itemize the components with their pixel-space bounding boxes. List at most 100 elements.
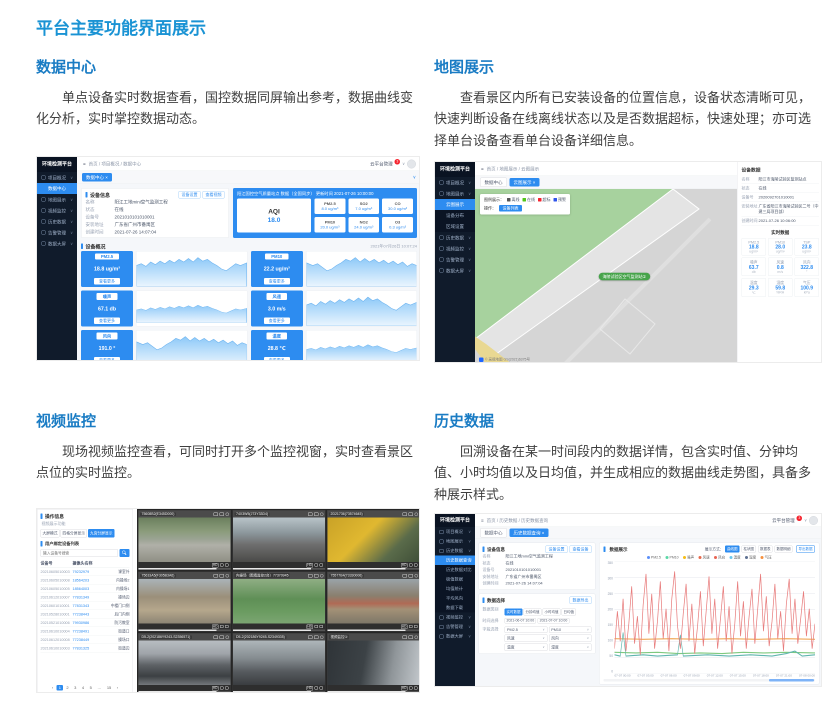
video-tile[interactable]: D5-2(202186Y9245-S2349335) HD [233, 633, 326, 693]
video-feed[interactable] [139, 517, 231, 562]
field-select[interactable]: 温度 [505, 644, 548, 652]
snapshot-icon[interactable] [403, 574, 408, 578]
field-select[interactable]: PM10 [549, 627, 592, 634]
refresh-icon[interactable] [315, 563, 319, 566]
date-from-input[interactable]: 2021-06-07 10:00 [505, 618, 537, 624]
zoom-icon[interactable] [415, 574, 419, 578]
data-category-button[interactable]: 实时数据 [505, 609, 523, 616]
sidebar-menu-item[interactable]: 数据大屏 [435, 265, 475, 276]
refresh-icon[interactable] [315, 625, 319, 628]
video-scrollbar[interactable] [328, 629, 420, 631]
refresh-icon[interactable] [409, 563, 413, 566]
record-icon[interactable] [220, 512, 225, 516]
legend-item[interactable]: 湿度 [745, 555, 756, 560]
video-feed[interactable] [328, 640, 420, 685]
field-select[interactable]: PM2.5 [505, 627, 548, 634]
snapshot-icon[interactable] [308, 512, 313, 516]
scrollbar-thumb[interactable] [233, 629, 311, 631]
fullscreen-icon[interactable] [320, 686, 324, 689]
camera-table-row[interactable]: 20210612010007 77831349 操场边 [41, 593, 130, 602]
scrollbar-thumb[interactable] [139, 568, 217, 570]
tab-data-center[interactable]: 数据中心 [480, 528, 507, 538]
video-scrollbar[interactable] [139, 691, 231, 693]
chart-mode-button[interactable]: 曲线图 [725, 546, 740, 553]
refresh-icon[interactable] [409, 625, 413, 628]
zoom-icon[interactable] [415, 635, 419, 639]
camera-table-row[interactable]: 20210612010008 77238449 操场口 [41, 635, 130, 644]
hd-toggle[interactable]: HD [306, 624, 313, 629]
sidebar-submenu-item[interactable]: 极值数据 [435, 575, 475, 585]
video-feed[interactable] [233, 579, 325, 624]
see-more-button[interactable]: 查看更多 [264, 278, 290, 285]
view-device-button[interactable]: 查看设备 [570, 546, 592, 554]
fullscreen-icon[interactable] [414, 686, 418, 689]
sidebar-menu-item[interactable]: 视频监控 [435, 243, 475, 254]
legend-item[interactable]: PM2.5 [647, 555, 661, 560]
video-feed[interactable] [139, 579, 231, 624]
fullscreen-icon[interactable] [225, 625, 229, 628]
zoom-icon[interactable] [226, 512, 230, 516]
video-scrollbar[interactable] [139, 568, 231, 570]
sidebar-menu-item[interactable]: 历史数据 [435, 546, 475, 556]
sidebar-submenu-item[interactable]: 均值统计 [435, 584, 475, 594]
video-tile[interactable]: 内操场（围墙监控2台）77370945 HD [233, 571, 326, 631]
fullscreen-icon[interactable] [320, 563, 324, 566]
screen-mode-button[interactable]: 九宫分屏显示 [88, 529, 115, 538]
scrollbar-thumb[interactable] [328, 568, 406, 570]
snapshot-icon[interactable] [308, 635, 313, 639]
zoom-icon[interactable] [226, 635, 230, 639]
fullscreen-icon[interactable] [320, 625, 324, 628]
legend-item[interactable]: 风向 [714, 555, 725, 560]
sidebar-menu-item[interactable]: 数据大屏 [37, 238, 77, 249]
sidebar-menu-item[interactable]: 项目概况 [435, 177, 475, 188]
scrollbar-thumb[interactable] [233, 691, 311, 693]
data-category-button[interactable]: 日均值 [562, 609, 577, 616]
camera-table-row[interactable]: 20210610010003 77831325 街道边 [41, 644, 130, 653]
fullscreen-icon[interactable] [414, 563, 418, 566]
chart-scrollbar[interactable] [604, 679, 816, 682]
data-category-button[interactable]: 分钟均值 [524, 609, 542, 616]
sidebar-submenu-item[interactable]: 设备分布 [435, 210, 475, 221]
tab-map[interactable]: 云图展示 × [510, 178, 540, 187]
record-icon[interactable] [409, 635, 414, 639]
video-feed[interactable] [328, 517, 420, 562]
refresh-icon[interactable] [315, 686, 319, 689]
sidebar-menu-item[interactable]: 数据大屏 [435, 632, 475, 642]
snapshot-icon[interactable] [403, 635, 408, 639]
video-tile[interactable]: D5-2(202186Y9243-S2356571) HD [138, 633, 231, 693]
fullscreen-icon[interactable] [225, 686, 229, 689]
sidebar-submenu-item[interactable]: 云图展示 [435, 199, 475, 210]
legend-item[interactable]: PM10 [665, 555, 678, 560]
camera-table-row[interactable]: 20210610010004 77238491 街道口 [41, 627, 130, 636]
refresh-icon[interactable] [220, 563, 224, 566]
sidebar-menu-item[interactable]: 告警管理 [37, 227, 77, 238]
see-more-button[interactable]: 查看更多 [94, 278, 120, 285]
device-settings-button[interactable]: 设备设置 [179, 191, 201, 199]
pagination-item[interactable]: 4 [80, 685, 86, 691]
hd-toggle[interactable]: HD [306, 563, 313, 568]
hd-toggle[interactable]: HD [401, 624, 408, 629]
sidebar-menu-item[interactable]: 历史数据 [435, 232, 475, 243]
sidebar-submenu-item[interactable]: 平均风向 [435, 594, 475, 604]
pagination-item[interactable]: ‹ [50, 685, 55, 691]
screen-mode-button[interactable]: 四格分屏显示 [61, 529, 88, 538]
record-icon[interactable] [220, 635, 225, 639]
export-data-button[interactable]: 数据导出 [570, 597, 592, 605]
video-scrollbar[interactable] [233, 629, 325, 631]
video-scrollbar[interactable] [233, 691, 325, 693]
pagination-item[interactable]: … [95, 685, 103, 691]
zoom-icon[interactable] [226, 574, 230, 578]
sidebar-menu-item[interactable]: 地图展示 [435, 537, 475, 547]
sidebar-submenu-item[interactable]: 区域设置 [435, 221, 475, 232]
record-icon[interactable] [314, 574, 319, 578]
screen-mode-button[interactable]: 大屏模式 [41, 529, 60, 538]
legend-item[interactable]: 风速 [699, 555, 710, 560]
pagination-item[interactable]: 3 [72, 685, 78, 691]
date-to-input[interactable]: 2021-07-07 10:00 [538, 618, 570, 624]
snapshot-icon[interactable] [214, 635, 219, 639]
view-video-button[interactable]: 查看视频 [203, 191, 225, 199]
device-search-input[interactable] [41, 549, 119, 557]
zoom-icon[interactable] [320, 574, 324, 578]
sidebar-menu-item[interactable]: 视频监控 [37, 205, 77, 216]
video-tile[interactable]: 75633A5(F305B3A6) HD [138, 571, 231, 631]
